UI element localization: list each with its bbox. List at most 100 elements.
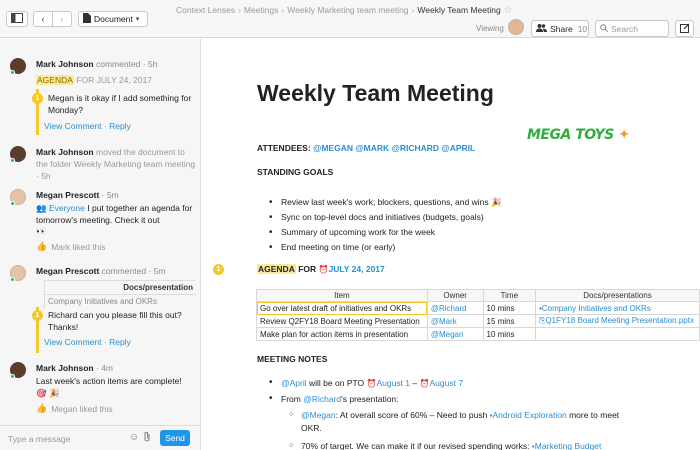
- like-indicator[interactable]: 👍 Mark liked this: [36, 241, 106, 252]
- activity-header: Mark Johnson moved the document to the f…: [36, 147, 196, 181]
- mention-richard[interactable]: @RICHARD: [392, 143, 439, 153]
- forward-button[interactable]: ›: [52, 11, 72, 27]
- sidebar-toggle-icon: [11, 13, 23, 25]
- emoji: 🎯 🎉: [36, 388, 60, 398]
- reply-link[interactable]: Reply: [109, 121, 131, 131]
- docs-table-snippet[interactable]: Docs/presentation Company Initiatives an…: [44, 280, 196, 308]
- document-menu-label: Document: [94, 14, 133, 24]
- table-cell[interactable]: @Megan: [426, 327, 484, 341]
- docs-header: Docs/presentation: [45, 281, 196, 295]
- meeting-notes-list: @April will be on PTO ⏰August 1 – ⏰Augus…: [269, 375, 629, 450]
- search-input[interactable]: [611, 23, 665, 34]
- standing-goals-heading: STANDING GOALS: [257, 167, 334, 177]
- table-cell[interactable]: @Richard: [426, 301, 484, 315]
- standing-goals-list: Review last week's work; blockers, quest…: [269, 195, 502, 255]
- author-name[interactable]: Mark Johnson: [36, 363, 94, 373]
- page-title: Weekly Team Meeting: [257, 80, 494, 106]
- document-body[interactable]: Weekly Team Meeting MEGA TOYS ✦ ATTENDEE…: [202, 39, 700, 450]
- table-cell[interactable]: ⎘Q1FY18 Board Meeting Presentation.pptx: [535, 314, 700, 328]
- doc-link[interactable]: ▪Android Exploration: [490, 410, 567, 420]
- author-name[interactable]: Mark Johnson: [36, 147, 94, 157]
- clock-icon: ⏰: [318, 265, 329, 274]
- compose-button[interactable]: [675, 20, 694, 37]
- table-cell[interactable]: 10 mins: [482, 301, 537, 315]
- online-indicator: [10, 201, 15, 206]
- author-name[interactable]: Megan Prescott: [36, 266, 99, 276]
- message-composer: ☺ Send: [0, 425, 200, 450]
- mention-april[interactable]: @April: [281, 378, 307, 388]
- liked-text: Megan liked this: [51, 403, 113, 414]
- breadcrumb-item[interactable]: Context Lenses: [176, 5, 235, 15]
- view-comment-link[interactable]: View Comment: [44, 337, 101, 347]
- activity-header: Megan Prescott commented · 5m: [36, 266, 166, 276]
- author-name[interactable]: Mark Johnson: [36, 59, 94, 69]
- attachment-icon[interactable]: [143, 431, 152, 445]
- comment-actions: View Comment · Reply: [44, 121, 131, 131]
- rocket-icon: ✦: [613, 127, 630, 143]
- back-button[interactable]: ‹: [33, 11, 53, 27]
- everyone-mention[interactable]: 👥 Everyone: [36, 203, 85, 213]
- breadcrumb-item[interactable]: Meetings: [244, 5, 279, 15]
- agenda-table: Item Owner Time Docs/presentations Go ov…: [256, 289, 700, 341]
- comment-badge[interactable]: 1: [32, 310, 43, 321]
- date-mention[interactable]: ⏰JULY 24, 2017: [319, 264, 385, 274]
- table-cell[interactable]: Go over latest draft of initiatives and …: [256, 301, 428, 315]
- like-indicator[interactable]: 👍 Megan liked this: [36, 403, 113, 414]
- list-item: @April will be on PTO ⏰August 1 – ⏰Augus…: [269, 375, 629, 391]
- agenda-highlight[interactable]: AGENDA: [257, 264, 296, 274]
- table-cell[interactable]: 15 mins: [482, 314, 537, 328]
- doc-link[interactable]: ▪Marketing Budget: [532, 441, 601, 450]
- liked-text: Mark liked this: [51, 241, 106, 252]
- date-mention[interactable]: ⏰August 1: [367, 378, 411, 388]
- reply-link[interactable]: Reply: [109, 337, 131, 347]
- table-row: Make plan for action items in presentati…: [256, 327, 700, 341]
- view-comment-link[interactable]: View Comment: [44, 121, 101, 131]
- agenda-heading: AGENDA FOR ⏰JULY 24, 2017: [257, 264, 385, 274]
- column-header: Time: [482, 289, 537, 302]
- attendees-line: ATTENDEES: @MEGAN @MARK @RICHARD @APRIL: [257, 143, 476, 153]
- viewer-avatar[interactable]: [508, 19, 524, 35]
- message-input[interactable]: [8, 432, 118, 445]
- share-button[interactable]: Share 10: [531, 20, 589, 37]
- breadcrumb-separator: ›: [281, 5, 285, 15]
- comment-text: Richard can you please fill this out? Th…: [48, 310, 182, 332]
- table-cell[interactable]: Make plan for action items in presentati…: [256, 327, 428, 341]
- date-mention[interactable]: ⏰August 7: [420, 378, 464, 388]
- author-name[interactable]: Megan Prescott: [36, 190, 99, 200]
- mention-megan[interactable]: @MEGAN: [313, 143, 353, 153]
- mention-april[interactable]: @APRIL: [441, 143, 475, 153]
- comment-badge[interactable]: 1: [213, 264, 224, 275]
- document-icon: [83, 13, 91, 25]
- mention-richard[interactable]: @Richard: [303, 394, 341, 404]
- list-item: Sync on top-level docs and initiatives (…: [269, 210, 502, 225]
- share-count: 10: [577, 23, 588, 34]
- clock-icon: ⏰: [419, 379, 430, 388]
- table-cell[interactable]: [535, 327, 700, 341]
- emoji: 👀: [36, 226, 47, 236]
- thumbs-up-icon: 👍: [36, 403, 48, 413]
- sub-list: @Megan: At overall score of 60% – Need t…: [289, 409, 629, 450]
- table-cell[interactable]: ▪Company Initiatives and OKRs: [535, 301, 700, 315]
- table-cell[interactable]: Review Q2FY18 Board Meeting Presentation: [256, 314, 428, 328]
- message-text: Last week's action items are complete!: [36, 376, 182, 386]
- star-icon[interactable]: ☆: [504, 5, 513, 16]
- search-field[interactable]: [595, 20, 669, 37]
- mention-mark[interactable]: @MARK: [355, 143, 389, 153]
- chevron-down-icon: ▾: [135, 16, 140, 23]
- table-header-row: Item Owner Time Docs/presentations: [256, 289, 700, 302]
- table-cell[interactable]: @Mark: [426, 314, 484, 328]
- activity-header: Mark Johnson · 4m: [36, 363, 113, 373]
- comment-badge[interactable]: 1: [32, 93, 43, 104]
- activity-header: Mark Johnson commented · 5h: [36, 59, 158, 69]
- list-item: From @Richard's presentation: @Megan: At…: [269, 391, 629, 450]
- emoji-icon[interactable]: ☺: [129, 432, 139, 443]
- sidebar-toggle-button[interactable]: [6, 11, 28, 27]
- chevron-right-icon: ›: [60, 14, 64, 24]
- table-cell[interactable]: 10 mins: [482, 327, 537, 341]
- agenda-highlight[interactable]: AGENDA: [36, 75, 74, 85]
- mention-megan[interactable]: @Megan: [301, 410, 336, 420]
- document-menu-button[interactable]: Document ▾: [78, 11, 148, 27]
- table-row: Go over latest draft of initiatives and …: [256, 301, 700, 315]
- send-button[interactable]: Send: [160, 430, 190, 446]
- breadcrumb-item[interactable]: Weekly Marketing team meeting: [287, 5, 408, 15]
